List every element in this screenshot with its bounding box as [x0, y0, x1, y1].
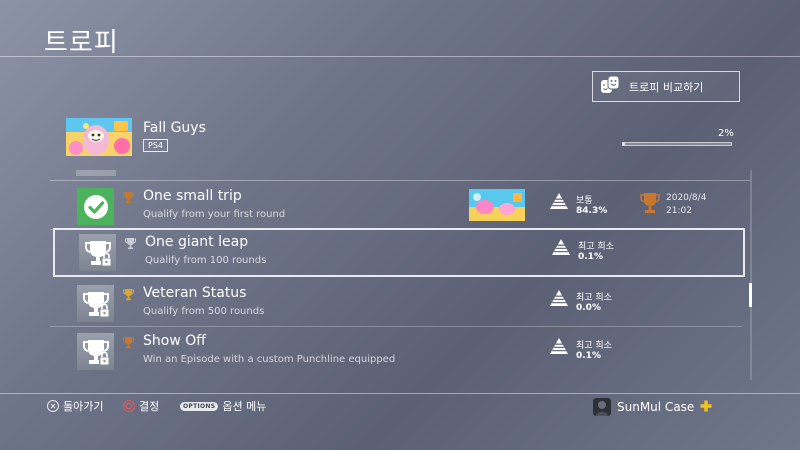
trophy-name: Show Off	[143, 333, 206, 349]
trophy-description: Qualify from your first round	[143, 209, 286, 220]
earned-trophy-icon	[640, 191, 660, 219]
scrollbar-thumb[interactable]	[749, 283, 752, 307]
trophy-row[interactable]: One small trip Qualify from your first r…	[50, 182, 742, 230]
back-label: 돌아가기	[63, 400, 104, 413]
game-cover-image	[66, 118, 132, 156]
trophy-row-selected[interactable]: One giant leap Qualify from 100 rounds 최…	[53, 228, 745, 277]
locked-trophy-icon	[77, 333, 114, 370]
rarity-label: 최고 희소	[576, 341, 612, 351]
rarity-pyramid-icon	[551, 238, 571, 260]
progress-percent: 2%	[718, 128, 734, 139]
back-hint[interactable]: ✕ 돌아가기	[47, 398, 103, 414]
compare-trophies-button[interactable]: 트로피 비교하기	[592, 71, 740, 102]
earned-date: 2020/8/4	[666, 193, 707, 203]
bronze-trophy-icon	[123, 189, 134, 208]
rarity-percent: 0.0%	[576, 303, 601, 313]
silver-trophy-icon	[125, 235, 136, 254]
trophy-list: One small trip Qualify from your first r…	[50, 170, 750, 380]
options-button-icon: OPTIONS	[180, 401, 219, 411]
rarity-pyramid-icon	[549, 289, 569, 311]
previous-row-peek	[76, 170, 116, 176]
options-hint[interactable]: OPTIONS 옵션 메뉴	[180, 398, 266, 414]
trophy-row[interactable]: Show Off Win an Episode with a custom Pu…	[50, 327, 742, 373]
confirm-hint[interactable]: 결정	[123, 398, 159, 414]
locked-trophy-icon	[77, 285, 114, 322]
locked-trophy-icon	[79, 234, 116, 271]
rarity-pyramid-icon	[549, 192, 569, 214]
rarity-percent: 0.1%	[578, 252, 603, 262]
page-title: 트로피	[44, 28, 119, 58]
progress-bar	[622, 142, 732, 146]
rarity-percent: 84.3%	[576, 206, 608, 216]
platform-badge: PS4	[143, 139, 168, 152]
avatar	[593, 398, 611, 416]
trophy-description: Qualify from 500 rounds	[143, 306, 265, 317]
rarity-label: 보통	[576, 196, 593, 206]
header-divider	[0, 56, 800, 57]
compare-trophies-label: 트로피 비교하기	[629, 80, 704, 94]
scrollbar-track[interactable]	[750, 170, 752, 380]
rarity-percent: 0.1%	[576, 351, 601, 361]
confirm-label: 결정	[139, 400, 160, 413]
footer-divider	[0, 393, 800, 394]
trophy-name: One giant leap	[145, 234, 249, 250]
ps-plus-icon	[700, 400, 712, 415]
compare-faces-icon	[599, 74, 621, 99]
trophy-row[interactable]: Veteran Status Qualify from 500 rounds 최…	[50, 279, 742, 327]
trophy-description: Qualify from 100 rounds	[145, 255, 267, 266]
progress-bar-fill	[623, 143, 626, 145]
trophy-name: One small trip	[143, 188, 242, 204]
trophy-description: Win an Episode with a custom Punchline e…	[143, 354, 396, 365]
trophy-screenshot[interactable]	[469, 189, 525, 221]
rarity-label: 최고 희소	[578, 242, 614, 252]
list-divider	[50, 180, 750, 181]
rarity-label: 최고 희소	[576, 293, 612, 303]
rarity-pyramid-icon	[549, 337, 569, 359]
user-profile[interactable]: SunMul Case	[593, 398, 712, 416]
user-name: SunMul Case	[617, 400, 695, 414]
gold-trophy-icon	[123, 286, 134, 305]
bronze-trophy-icon	[123, 334, 134, 353]
trophy-name: Veteran Status	[143, 285, 247, 301]
options-label: 옵션 메뉴	[222, 400, 267, 413]
circle-button-icon	[123, 400, 135, 412]
game-title: Fall Guys	[143, 120, 206, 136]
earned-time: 21:02	[666, 206, 692, 216]
cross-button-icon: ✕	[47, 400, 59, 412]
check-icon	[77, 188, 114, 225]
